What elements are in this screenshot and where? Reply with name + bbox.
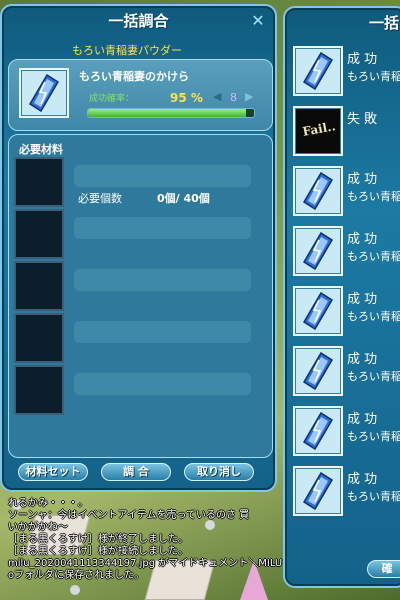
result-entry-slot[interactable] <box>293 346 343 396</box>
materials-header: 必要材料 <box>19 143 63 156</box>
blue-lightning-shard-icon <box>303 232 333 270</box>
result-entry: Fail.. 失 敗 <box>291 104 400 162</box>
material-name: もろい青稲妻パウダー <box>72 44 182 57</box>
result-entry-slot[interactable] <box>293 286 343 336</box>
material-row <box>74 269 251 291</box>
result-status: 成 功 <box>347 292 378 307</box>
result-entry: 成 功 もろい青稲 <box>291 44 400 102</box>
result-item-name: もろい青稲妻のかけら <box>79 70 189 83</box>
blue-lightning-shard-icon <box>303 292 333 330</box>
material-row <box>74 321 251 343</box>
fail-icon: Fail.. <box>301 119 337 139</box>
bulk-craft-window: 一括調合 ✕ もろい青稲妻のかけら 成功確率： 95 % ◀ 8 ▶ 必要材料 <box>0 4 277 492</box>
result-entry: 成 功 もろい青稲 <box>291 464 400 522</box>
result-entry-slot[interactable] <box>293 226 343 276</box>
result-entry-slot[interactable] <box>293 466 343 516</box>
required-count-value: 0個/ 40個 <box>157 192 210 205</box>
decrease-count-icon[interactable]: ◀ <box>213 90 221 103</box>
result-item-name: もろい青稲 <box>347 70 400 83</box>
result-entry-slot[interactable] <box>293 406 343 456</box>
result-item-name: もろい青稲 <box>347 370 400 383</box>
result-status: 成 功 <box>347 52 378 67</box>
result-item-name: もろい青稲 <box>347 250 400 263</box>
increase-count-icon[interactable]: ▶ <box>245 90 253 103</box>
result-entry: 成 功 もろい青稲 <box>291 224 400 282</box>
confirm-button[interactable]: 確 <box>367 560 400 578</box>
result-status: 成 功 <box>347 352 378 367</box>
material-slot[interactable] <box>14 365 64 415</box>
result-entry: 成 功 もろい青稲 <box>291 344 400 402</box>
window-title: 一括 <box>369 14 400 32</box>
material-slot[interactable] <box>14 209 64 259</box>
required-materials-panel: 必要材料 <box>8 134 273 458</box>
success-rate-bar-fill <box>88 109 246 117</box>
result-status: 失 敗 <box>347 112 378 127</box>
result-item-panel: もろい青稲妻のかけら 成功確率： 95 % ◀ 8 ▶ <box>8 59 273 131</box>
result-item-name: もろい青稲 <box>347 190 400 203</box>
success-rate-label: 成功確率： <box>89 94 135 104</box>
blue-lightning-shard-icon <box>303 172 333 210</box>
cancel-button[interactable]: 取り消し <box>184 463 254 481</box>
result-entry: 成 功 もろい青稲 <box>291 284 400 342</box>
bulk-results-window: 一括 成 功 もろい青稲 Fail.. 失 敗 成 功 もろい青稲 成 功 もろ… <box>283 6 400 588</box>
blue-lightning-shard-icon <box>29 74 59 112</box>
result-status: 成 功 <box>347 412 378 427</box>
success-rate-value: 95 % <box>170 91 203 105</box>
result-entry: 成 功 もろい青稲 <box>291 404 400 462</box>
result-status: 成 功 <box>347 472 378 487</box>
result-entry-slot[interactable]: Fail.. <box>293 106 343 156</box>
material-slot[interactable] <box>14 157 64 207</box>
material-row <box>74 165 251 187</box>
blue-lightning-shard-icon <box>303 472 333 510</box>
material-slot[interactable] <box>14 261 64 311</box>
result-status: 成 功 <box>347 172 378 187</box>
blue-lightning-shard-icon <box>303 52 333 90</box>
result-item-slot[interactable] <box>19 68 69 118</box>
required-count-label: 必要個数 <box>78 192 122 205</box>
blue-lightning-shard-icon <box>303 412 333 450</box>
result-item-name: もろい青稲 <box>347 430 400 443</box>
success-rate-bar <box>87 108 255 118</box>
craft-button[interactable]: 調 合 <box>101 463 171 481</box>
result-entry-slot[interactable] <box>293 46 343 96</box>
material-row <box>74 217 251 239</box>
craft-count: 8 <box>230 91 237 104</box>
blue-lightning-shard-icon <box>303 352 333 390</box>
window-title: 一括調合 <box>108 12 169 30</box>
result-status: 成 功 <box>347 232 378 247</box>
result-item-name: もろい青稲 <box>347 310 400 323</box>
close-icon[interactable]: ✕ <box>249 12 267 30</box>
material-row <box>74 373 251 395</box>
material-set-button[interactable]: 材料セット <box>18 463 88 481</box>
result-item-name: もろい青稲 <box>347 490 400 503</box>
result-entry: 成 功 もろい青稲 <box>291 164 400 222</box>
result-entry-slot[interactable] <box>293 166 343 216</box>
material-slot[interactable] <box>14 313 64 363</box>
